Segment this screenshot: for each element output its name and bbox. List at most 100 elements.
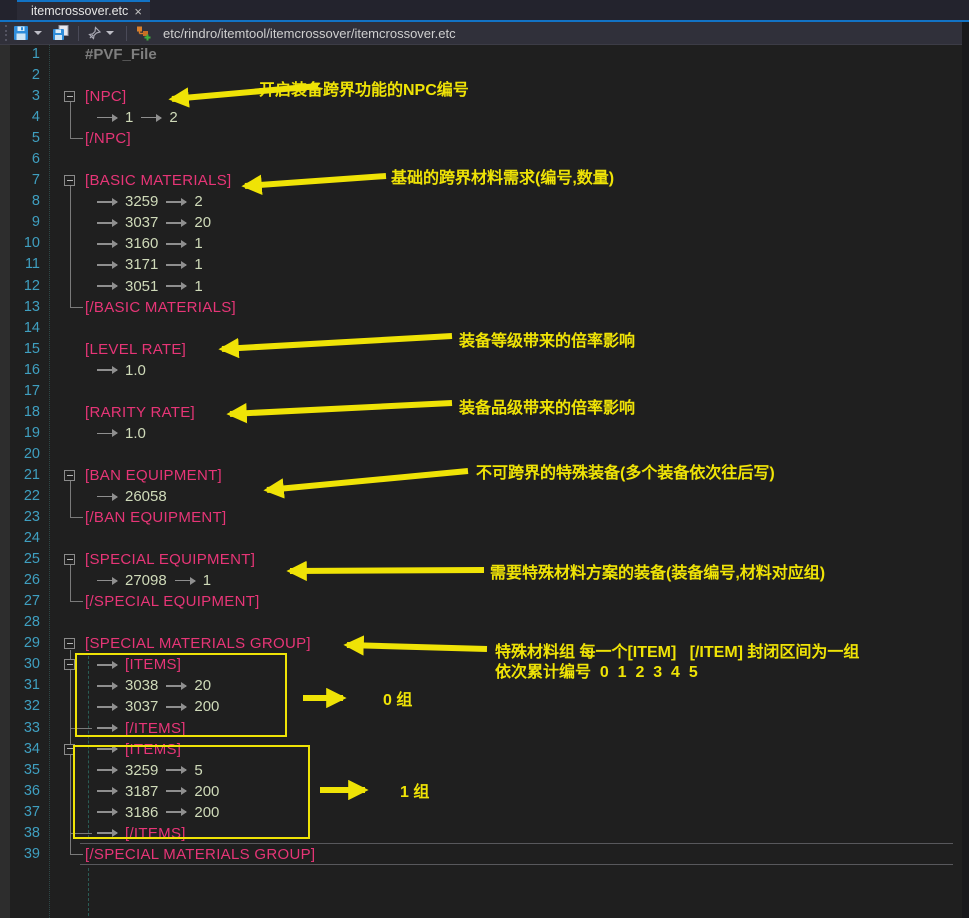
- code-value: 1: [194, 256, 202, 273]
- fold-marker[interactable]: [64, 638, 75, 649]
- line-number: 12: [0, 276, 40, 297]
- annotation-ban: 不可跨界的特殊装备(多个装备依次往后写): [476, 459, 775, 483]
- toolbar-separator: [126, 26, 127, 41]
- code-value: 3051: [125, 278, 158, 295]
- long-arrow-glyph: [141, 117, 161, 119]
- code-value: 2: [194, 193, 202, 210]
- code-line[interactable]: 24: [0, 528, 962, 549]
- code-line[interactable]: 10 31601: [0, 233, 962, 254]
- code-line[interactable]: 9303720: [0, 212, 962, 233]
- long-arrow-glyph: [97, 285, 117, 287]
- chevron-down-icon[interactable]: [34, 31, 42, 35]
- code-line[interactable]: 27[/SPECIAL EQUIPMENT]: [0, 591, 962, 612]
- scrollbar-track[interactable]: [962, 22, 969, 918]
- annotation-group0: 0 组: [383, 686, 412, 710]
- fold-connector-basic: [70, 186, 71, 297]
- code-line-content: [NPC]: [85, 86, 127, 107]
- line-number: 24: [0, 528, 40, 549]
- code-line[interactable]: 1230511: [0, 276, 962, 297]
- code-line-content: 32592: [97, 191, 203, 212]
- indent-guide: [88, 868, 89, 916]
- fold-marker[interactable]: [64, 175, 75, 186]
- line-number: 33: [0, 718, 40, 739]
- code-value: 3171: [125, 256, 158, 273]
- code-line[interactable]: 2: [0, 65, 962, 86]
- code-line-content: [SPECIAL MATERIALS GROUP]: [85, 633, 311, 654]
- long-arrow-glyph: [166, 222, 186, 224]
- annotation-level: 装备等级带来的倍率影响: [459, 327, 635, 351]
- code-line-content: [/SPECIAL MATERIALS GROUP]: [85, 844, 315, 865]
- line-number: 26: [0, 570, 40, 591]
- line-number: 35: [0, 760, 40, 781]
- code-value: 1.0: [125, 362, 146, 379]
- code-tag: [BASIC MATERIALS]: [85, 172, 232, 189]
- fold-marker[interactable]: [64, 659, 75, 670]
- line-number: 19: [0, 423, 40, 444]
- code-tag: [SPECIAL MATERIALS GROUP]: [85, 635, 311, 652]
- code-line[interactable]: 832592: [0, 191, 962, 212]
- code-line[interactable]: 1#PVF_File: [0, 44, 962, 65]
- line-number: 15: [0, 339, 40, 360]
- code-line-content: 31601: [97, 233, 203, 254]
- pin-button[interactable]: [84, 22, 121, 44]
- code-line[interactable]: 3[NPC]: [0, 86, 962, 107]
- editor-window: itemcrossover.etc ×: [0, 0, 969, 918]
- line-number: 31: [0, 675, 40, 696]
- line-number: 29: [0, 633, 40, 654]
- code-tag: [/SPECIAL MATERIALS GROUP]: [85, 846, 315, 863]
- line-number: 7: [0, 170, 40, 191]
- chevron-down-icon[interactable]: [106, 31, 114, 35]
- annotation-npc: 开启装备跨界功能的NPC编号: [259, 76, 469, 100]
- code-line[interactable]: 161.0: [0, 360, 962, 381]
- line-number: 21: [0, 465, 40, 486]
- code-line-content: 1.0: [97, 360, 146, 381]
- toolbar-separator: [78, 26, 79, 41]
- fold-marker[interactable]: [64, 554, 75, 565]
- save-all-button[interactable]: [49, 22, 73, 44]
- code-tag: [/BAN EQUIPMENT]: [85, 509, 226, 526]
- code-line[interactable]: 13[/BASIC MATERIALS]: [0, 297, 962, 318]
- line-number: 20: [0, 444, 40, 465]
- long-arrow-glyph: [97, 264, 117, 266]
- code-line-content: [BAN EQUIPMENT]: [85, 465, 222, 486]
- long-arrow-glyph: [97, 222, 117, 224]
- toolbar-grip-handle[interactable]: [2, 24, 10, 42]
- pin-icon: [87, 26, 102, 41]
- long-arrow-glyph: [166, 264, 186, 266]
- code-tag: [/NPC]: [85, 130, 131, 147]
- fold-corner: [70, 591, 83, 602]
- line-number: 10: [0, 233, 40, 254]
- code-line-content: [LEVEL RATE]: [85, 339, 186, 360]
- annotation-rarity: 装备品级带来的倍率影响: [459, 394, 635, 418]
- code-line[interactable]: 191.0: [0, 423, 962, 444]
- code-line[interactable]: 2226058: [0, 486, 962, 507]
- code-tag: [RARITY RATE]: [85, 404, 195, 421]
- code-line-content: 12: [97, 107, 178, 128]
- fold-corner: [70, 128, 83, 139]
- code-value: 1.0: [125, 425, 146, 442]
- tab-bar: itemcrossover.etc ×: [0, 0, 969, 20]
- tab-itemcrossover[interactable]: itemcrossover.etc ×: [17, 0, 150, 20]
- code-line[interactable]: 1131711: [0, 254, 962, 275]
- line-number: 6: [0, 149, 40, 170]
- annotation-group1: 1 组: [400, 778, 429, 802]
- code-line[interactable]: 28: [0, 612, 962, 633]
- code-tag: [BAN EQUIPMENT]: [85, 467, 222, 484]
- code-line[interactable]: 23[/BAN EQUIPMENT]: [0, 507, 962, 528]
- code-line[interactable]: 5[/NPC]: [0, 128, 962, 149]
- long-arrow-glyph: [166, 201, 186, 203]
- code-line[interactable]: 39[/SPECIAL MATERIALS GROUP]: [0, 844, 962, 865]
- annotation-basic: 基础的跨界材料需求(编号,数量): [391, 164, 614, 188]
- code-line-content: 26058: [97, 486, 167, 507]
- breadcrumb: etc/rindro/itemtool/itemcrossover/itemcr…: [163, 26, 456, 41]
- fold-connector-specialeq: [70, 565, 71, 591]
- save-button[interactable]: [10, 22, 49, 44]
- fold-marker[interactable]: [64, 91, 75, 102]
- code-line-content: [/NPC]: [85, 128, 131, 149]
- line-number: 37: [0, 802, 40, 823]
- line-number: 1: [0, 44, 40, 65]
- fold-marker[interactable]: [64, 470, 75, 481]
- close-icon[interactable]: ×: [134, 5, 142, 18]
- add-node-button[interactable]: [132, 22, 155, 44]
- code-line[interactable]: 412: [0, 107, 962, 128]
